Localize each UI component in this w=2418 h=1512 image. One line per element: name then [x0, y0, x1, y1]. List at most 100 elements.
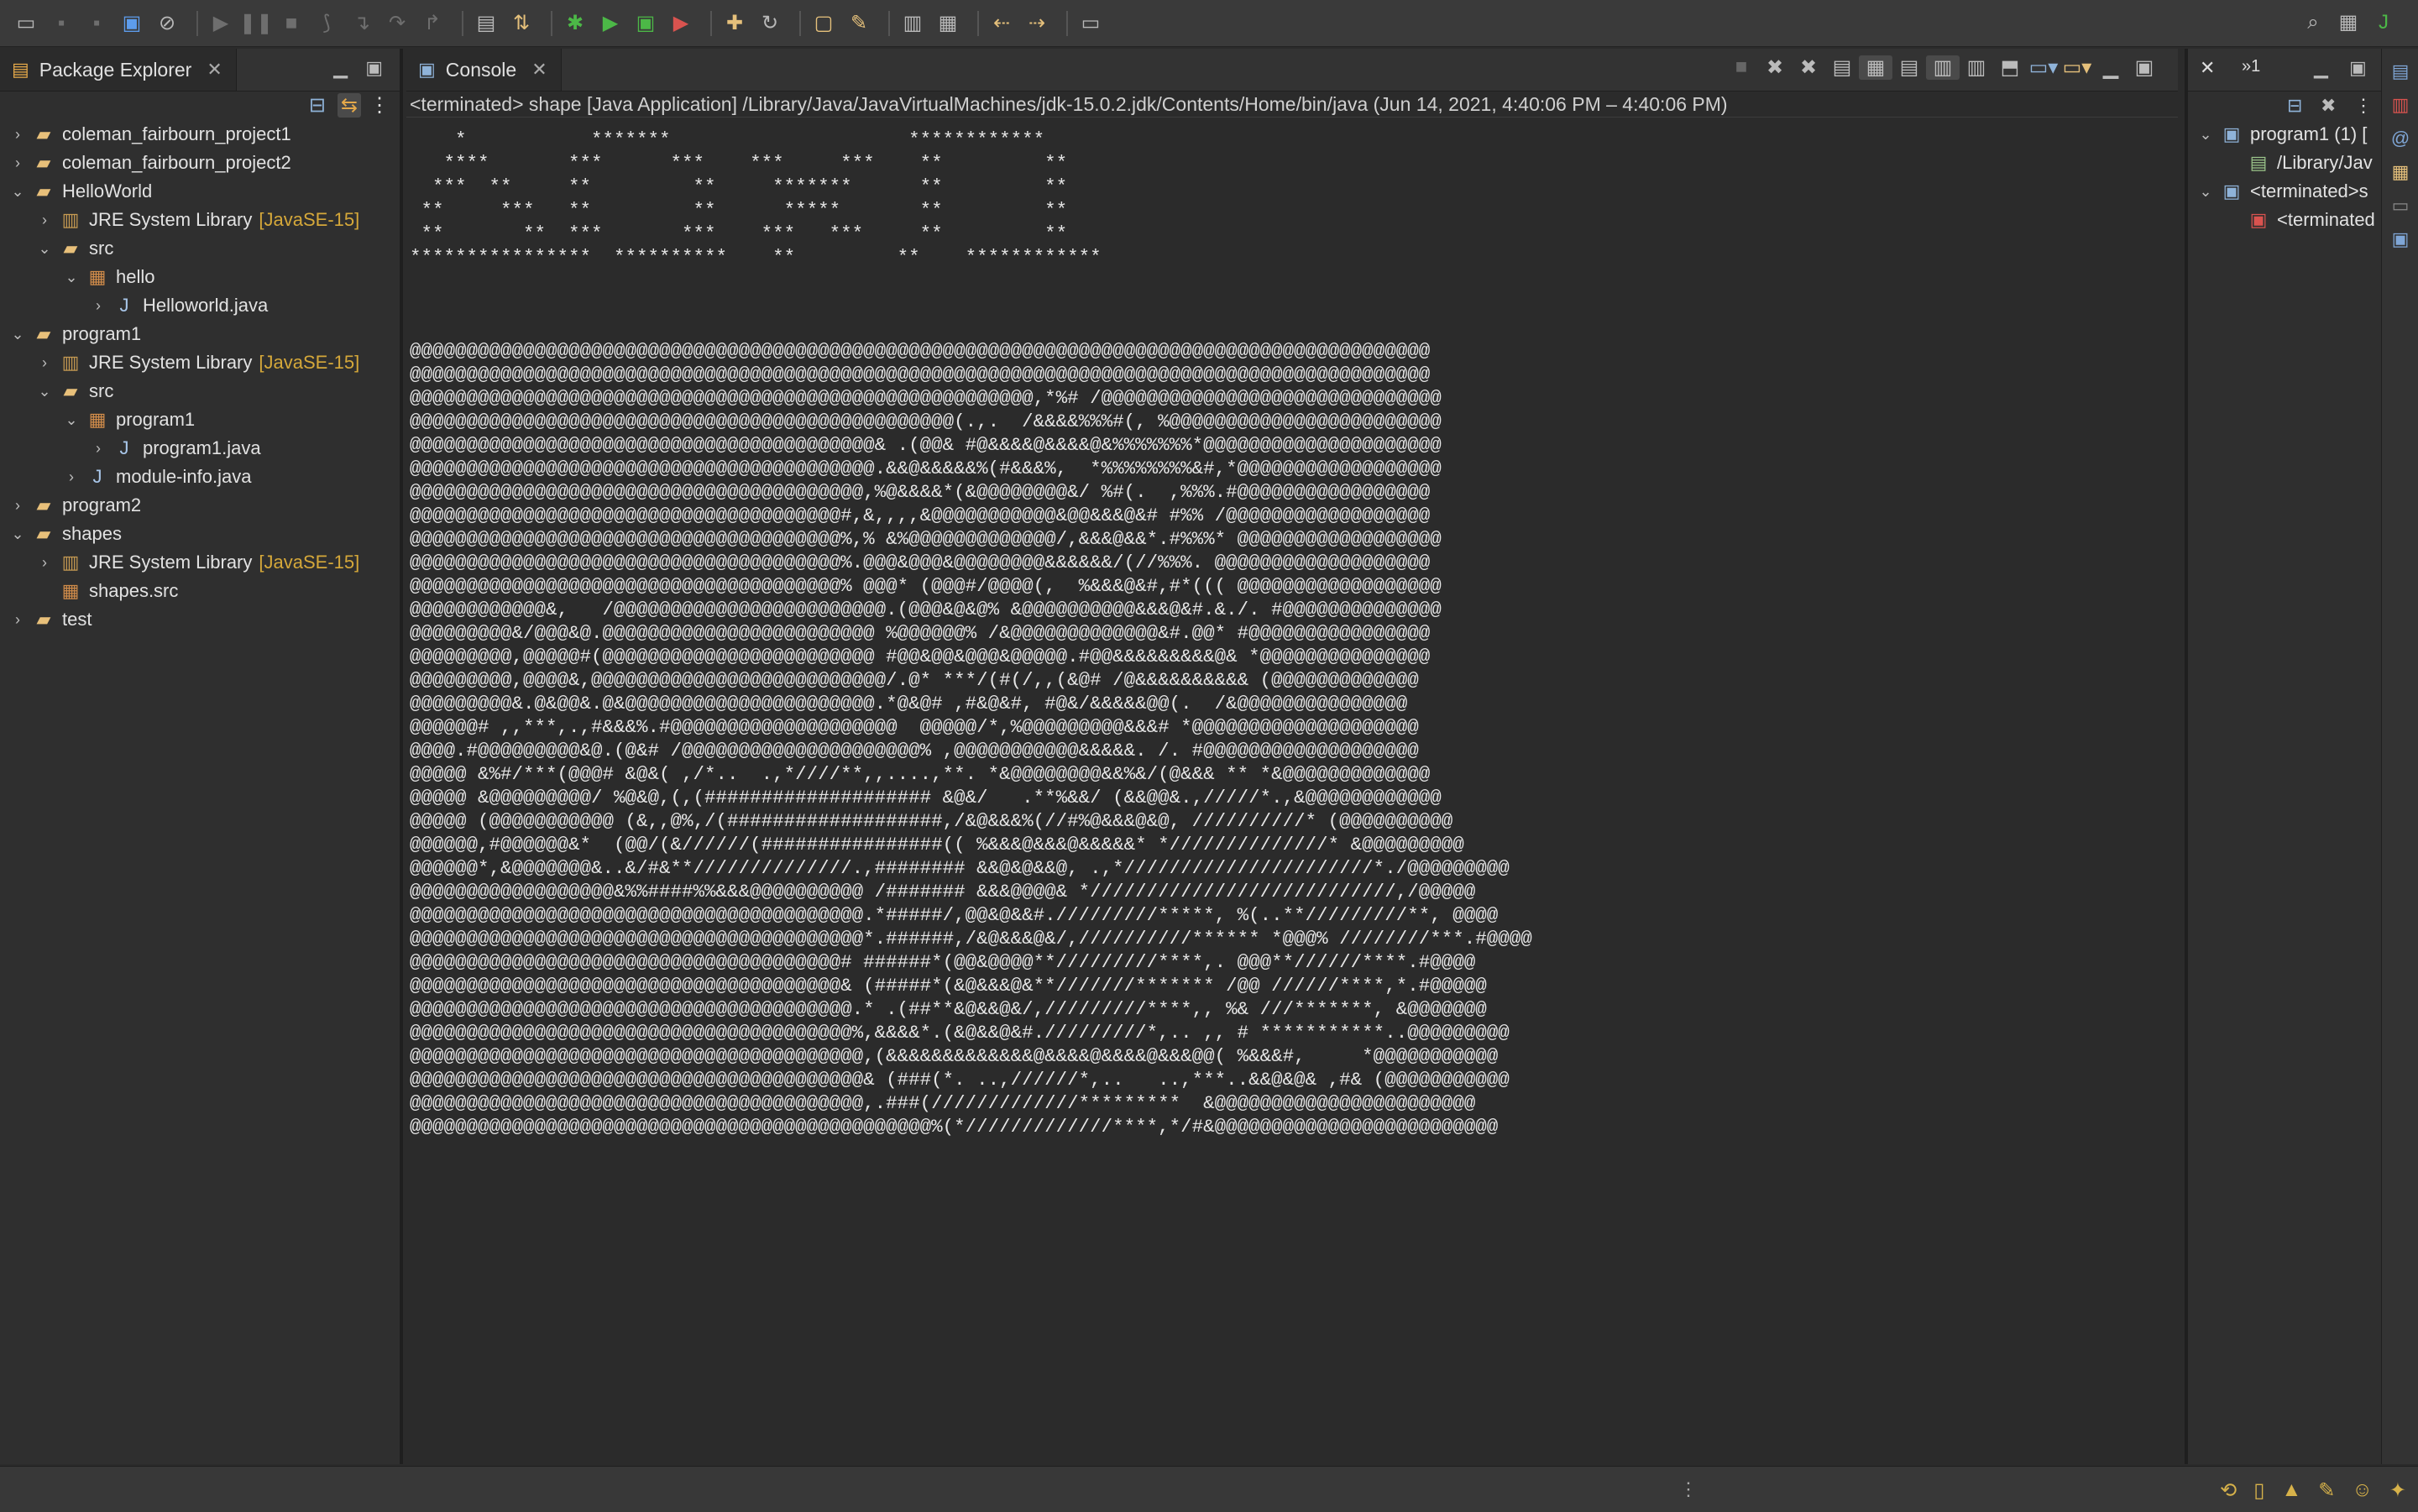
disconnect-icon[interactable]: ⟆: [312, 9, 341, 38]
tab-console[interactable]: ▣ Console ✕: [406, 49, 562, 91]
chevron-right-icon[interactable]: ›: [5, 154, 30, 172]
pin-icon[interactable]: ▭: [1076, 9, 1105, 38]
back-icon[interactable]: ⇠: [987, 9, 1016, 38]
maximize-icon[interactable]: ▣: [2349, 57, 2367, 79]
outline-icon[interactable]: ▤: [2382, 60, 2418, 82]
chevron-down-icon[interactable]: ⌄: [5, 526, 30, 543]
tree-item[interactable]: ⌄ ▦ program1: [0, 405, 400, 434]
suspend-icon[interactable]: ❚❚: [239, 9, 273, 38]
new-icon[interactable]: ▭: [12, 9, 40, 38]
skip-breakpoints-icon[interactable]: ⊘: [153, 9, 181, 38]
chevron-right-icon[interactable]: ›: [59, 468, 84, 486]
chevron-down-icon[interactable]: ⌄: [5, 183, 30, 201]
chevron-down-icon[interactable]: ⌄: [59, 411, 84, 429]
clear-console-icon[interactable]: ▤: [1825, 55, 1859, 80]
debug-overflow-tab[interactable]: »1: [2242, 57, 2260, 76]
smiley-icon[interactable]: ☺: [2352, 1478, 2373, 1503]
tree-item[interactable]: › ▥ JRE System Library [JavaSE-15]: [0, 348, 400, 377]
forward-icon[interactable]: ⇢: [1023, 9, 1051, 38]
tree-item[interactable]: ⌄ ▰ program1: [0, 320, 400, 348]
tree-item[interactable]: ⌄ ▰ src: [0, 234, 400, 263]
resume-icon[interactable]: ▶: [207, 9, 235, 38]
last-edit-icon[interactable]: ▦: [934, 9, 962, 38]
tree-item[interactable]: › ▥ JRE System Library [JavaSE-15]: [0, 206, 400, 234]
debug-tree-item[interactable]: ▣ <terminated: [2188, 206, 2381, 234]
open-type-icon[interactable]: ▢: [809, 9, 838, 38]
tree-item[interactable]: ⌄ ▰ HelloWorld: [0, 177, 400, 206]
highlight-icon[interactable]: ✎: [845, 9, 873, 38]
java-perspective-icon[interactable]: J: [2369, 8, 2398, 37]
tree-item[interactable]: › Jmodule-info.java: [0, 463, 400, 491]
view-menu-icon[interactable]: ⋮: [2354, 95, 2373, 117]
open-perspective-icon[interactable]: ▦: [2334, 8, 2363, 37]
chevron-down-icon[interactable]: ⌄: [32, 383, 57, 400]
task-list-icon[interactable]: ▭: [2382, 195, 2418, 217]
collapse-all-icon[interactable]: ⊟: [2287, 95, 2302, 117]
remove-all-terminated-icon[interactable]: ✖: [1792, 55, 1825, 80]
show-on-output-icon[interactable]: ▥: [1926, 55, 1960, 80]
tree-item[interactable]: › ▰ program2: [0, 491, 400, 520]
close-icon[interactable]: ✕: [531, 59, 547, 81]
terminate-icon[interactable]: ■: [1725, 55, 1758, 80]
scroll-lock-icon[interactable]: ▦: [1859, 55, 1892, 80]
maximize-icon[interactable]: ▣: [365, 57, 383, 79]
annotation-nav-icon[interactable]: ▥: [898, 9, 927, 38]
link-with-editor-icon[interactable]: ⇆: [337, 93, 361, 118]
refresh-icon[interactable]: ↻: [756, 9, 784, 38]
toggle-mark-icon[interactable]: ⇅: [507, 9, 536, 38]
word-wrap-icon[interactable]: ▤: [1892, 55, 1926, 80]
tree-item[interactable]: ⌄ ▰ shapes: [0, 520, 400, 548]
chevron-right-icon[interactable]: ›: [5, 611, 30, 629]
layout-icon[interactable]: ▣: [2382, 228, 2418, 250]
remove-launch-icon[interactable]: ✖: [1758, 55, 1792, 80]
tab-package-explorer[interactable]: ▤ Package Explorer ✕: [0, 49, 237, 91]
debug-icon[interactable]: ✱: [561, 9, 589, 38]
tree-item[interactable]: › ▰ test: [0, 605, 400, 634]
chevron-down-icon[interactable]: ⌄: [2193, 183, 2218, 201]
javadoc-icon[interactable]: @: [2382, 128, 2418, 149]
step-return-icon[interactable]: ↱: [418, 9, 447, 38]
chevron-right-icon[interactable]: ›: [32, 212, 57, 229]
search-icon[interactable]: ⌕: [2299, 8, 2327, 37]
maximize-icon[interactable]: ▣: [2128, 55, 2161, 80]
view-menu-icon[interactable]: ⋮: [369, 93, 390, 118]
remove-terminated-icon[interactable]: ✖: [2321, 95, 2336, 117]
collapse-all-icon[interactable]: ⊟: [309, 93, 326, 118]
run-icon[interactable]: ▶: [596, 9, 625, 38]
tree-item[interactable]: › ▰ coleman_fairbourn_project1: [0, 120, 400, 149]
tree-item[interactable]: › ▰ coleman_fairbourn_project2: [0, 149, 400, 177]
lightbulb-icon[interactable]: ✦: [2389, 1478, 2406, 1503]
chevron-right-icon[interactable]: ›: [32, 354, 57, 372]
debug-tree-item[interactable]: ▤ /Library/Jav: [2188, 149, 2381, 177]
progress-icon[interactable]: ⟲: [2220, 1478, 2237, 1503]
chevron-right-icon[interactable]: ›: [5, 126, 30, 144]
chevron-right-icon[interactable]: ›: [86, 297, 111, 315]
tree-item[interactable]: › Jprogram1.java: [0, 434, 400, 463]
tree-item[interactable]: ⌄ ▦ hello: [0, 263, 400, 291]
save-all-icon[interactable]: ▪: [82, 9, 111, 38]
chevron-right-icon[interactable]: ›: [32, 554, 57, 572]
pin-console-icon[interactable]: ⬒: [1993, 55, 2027, 80]
step-into-icon[interactable]: ↴: [348, 9, 376, 38]
minimize-icon[interactable]: ▁: [2314, 57, 2328, 79]
debug-tree-item[interactable]: ⌄ ▣ program1 (1) [: [2188, 120, 2381, 149]
chevron-right-icon[interactable]: ›: [5, 497, 30, 515]
close-icon[interactable]: ✕: [207, 59, 222, 81]
debug-close-icon[interactable]: ✕: [2200, 57, 2215, 79]
tree-item[interactable]: ⌄ ▰ src: [0, 377, 400, 405]
save-icon[interactable]: ▪: [47, 9, 76, 38]
tree-item[interactable]: › ▥ JRE System Library [JavaSE-15]: [0, 548, 400, 577]
step-over-icon[interactable]: ↷: [383, 9, 411, 38]
show-on-error-icon[interactable]: ▥: [1960, 55, 1993, 80]
new-java-package-icon[interactable]: ✚: [720, 9, 749, 38]
tree-item[interactable]: ▦ shapes.src: [0, 577, 400, 605]
chevron-down-icon[interactable]: ⌄: [59, 269, 84, 286]
coverage-icon[interactable]: ▣: [631, 9, 660, 38]
chevron-right-icon[interactable]: ›: [86, 440, 111, 458]
terminate-icon[interactable]: ■: [277, 9, 306, 38]
open-console-icon[interactable]: ▭▾: [2060, 55, 2094, 80]
tree-item[interactable]: › J Helloworld.java: [0, 291, 400, 320]
minimize-icon[interactable]: ▁: [333, 57, 348, 79]
chevron-down-icon[interactable]: ⌄: [32, 240, 57, 258]
problems-icon[interactable]: ▥: [2382, 94, 2418, 116]
